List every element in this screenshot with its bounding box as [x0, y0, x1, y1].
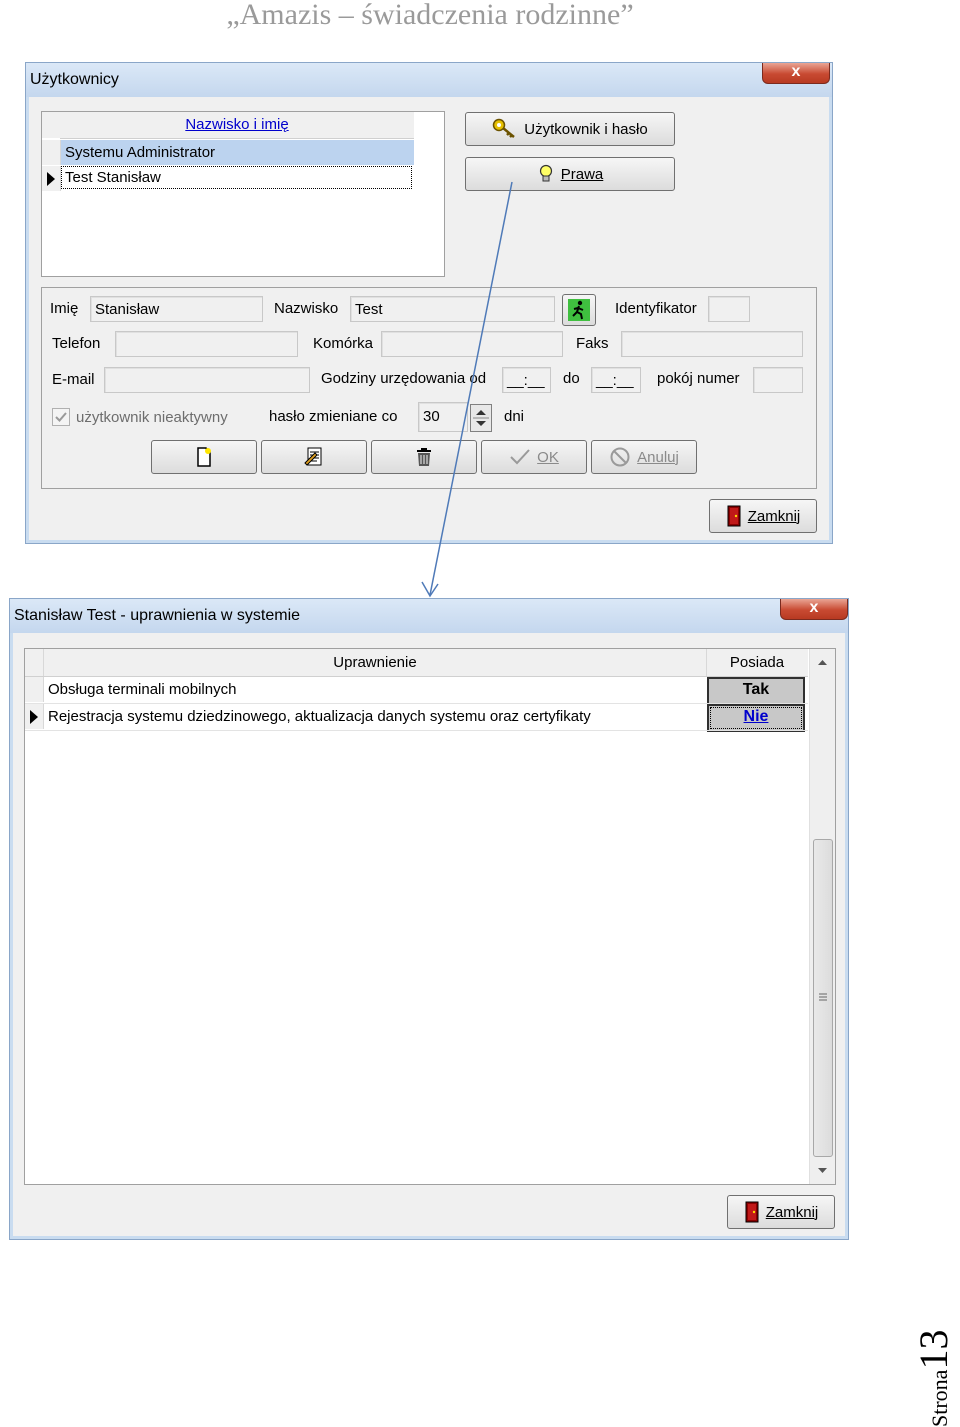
vertical-scrollbar[interactable]	[809, 649, 835, 1184]
permissions-grid[interactable]: Uprawnienie Posiada Obsługa terminali mo…	[24, 648, 836, 1185]
rights-window-close-button[interactable]: x	[780, 599, 848, 620]
current-row-pointer-icon	[30, 710, 38, 724]
scroll-down-icon[interactable]	[810, 1157, 835, 1184]
scrollbar-thumb[interactable]	[813, 839, 833, 1157]
page-label: Strona	[927, 1369, 952, 1427]
rights-window-titlebar: Stanisław Test - uprawnienia w systemie …	[10, 599, 848, 633]
column-header-has[interactable]: Posiada	[707, 649, 807, 676]
column-header-permission[interactable]: Uprawnienie	[44, 649, 707, 676]
has-permission-toggle[interactable]: Nie	[707, 704, 805, 732]
grip-icon	[819, 993, 827, 1001]
has-permission-toggle[interactable]: Tak	[707, 677, 805, 705]
scroll-up-icon[interactable]	[810, 649, 835, 676]
rights-window: Stanisław Test - uprawnienia w systemie …	[9, 598, 849, 1240]
table-row[interactable]: Rejestracja systemu dziedzinowego, aktua…	[25, 704, 808, 732]
rights-close-button[interactable]: Zamknij	[727, 1195, 835, 1229]
rights-close-button-label: Zamknij	[765, 1203, 819, 1221]
permission-cell: Obsługa terminali mobilnych	[48, 681, 237, 698]
rights-window-client: Uprawnienie Posiada Obsługa terminali mo…	[13, 633, 845, 1236]
page-footer: Strona13	[910, 1305, 960, 1427]
grid-header: Uprawnienie Posiada	[25, 649, 808, 677]
page-number: 13	[911, 1329, 956, 1370]
table-row[interactable]: Obsługa terminali mobilnych Tak	[25, 677, 808, 705]
exit-door-icon	[745, 1201, 759, 1223]
permission-cell: Rejestracja systemu dziedzinowego, aktua…	[48, 708, 591, 725]
rights-window-title: Stanisław Test - uprawnienia w systemie	[14, 607, 301, 624]
